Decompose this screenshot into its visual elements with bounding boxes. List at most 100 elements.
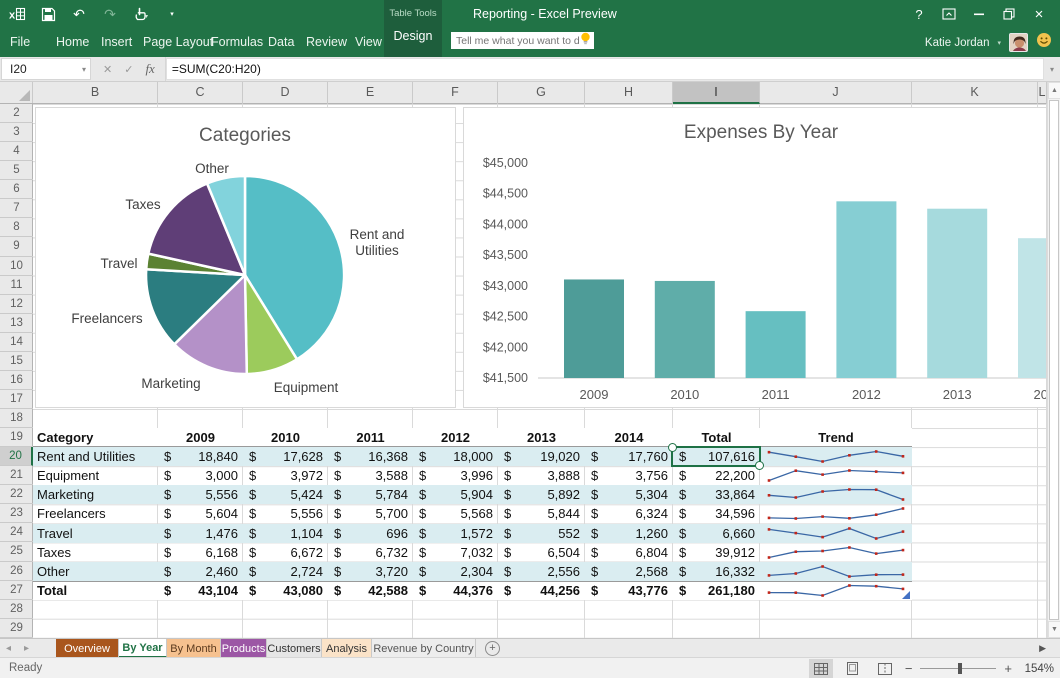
row-header-6[interactable]: 6 bbox=[0, 180, 33, 199]
category-cell[interactable]: Marketing bbox=[33, 485, 158, 504]
category-cell[interactable]: Rent and Utilities bbox=[33, 447, 158, 466]
ribbon-tab-design[interactable]: Design bbox=[384, 29, 442, 43]
undo-icon[interactable]: ↶ bbox=[70, 5, 88, 23]
name-box[interactable]: I20 ▾ bbox=[1, 58, 91, 80]
value-cell[interactable]: $6,324 bbox=[585, 504, 673, 523]
value-cell[interactable]: $6,672 bbox=[243, 543, 328, 562]
enter-formula-icon[interactable]: ✓ bbox=[124, 63, 133, 76]
column-header-i[interactable]: I bbox=[673, 82, 760, 104]
formula-input[interactable]: =SUM(C20:H20) bbox=[166, 58, 1044, 80]
scroll-up-icon[interactable]: ▲ bbox=[1048, 82, 1060, 99]
value-cell[interactable]: $43,080 bbox=[243, 582, 328, 600]
value-cell[interactable]: $43,104 bbox=[158, 582, 243, 600]
customize-qat-icon[interactable]: ▾ bbox=[163, 5, 181, 23]
new-sheet-icon[interactable]: + bbox=[485, 641, 500, 656]
zoom-out-button[interactable]: − bbox=[905, 659, 913, 678]
feedback-smiley-icon[interactable] bbox=[1036, 32, 1052, 53]
zoom-slider[interactable] bbox=[920, 668, 996, 669]
row-header-28[interactable]: 28 bbox=[0, 600, 33, 619]
ribbon-tab-formulas[interactable]: Formulas bbox=[211, 28, 263, 57]
value-cell[interactable]: $1,476 bbox=[158, 524, 243, 543]
zoom-level[interactable]: 154% bbox=[1020, 663, 1054, 675]
select-all-corner[interactable] bbox=[0, 82, 33, 103]
category-cell[interactable]: Travel bbox=[33, 524, 158, 543]
category-cell[interactable]: Taxes bbox=[33, 543, 158, 562]
value-cell[interactable]: $17,760 bbox=[585, 447, 673, 466]
redo-icon[interactable]: ↷ bbox=[101, 5, 119, 23]
trend-cell[interactable] bbox=[760, 485, 912, 504]
row-header-27[interactable]: 27 bbox=[0, 581, 33, 600]
value-cell[interactable]: $2,568 bbox=[585, 562, 673, 581]
bar-2009[interactable] bbox=[564, 279, 624, 378]
value-cell[interactable]: $44,376 bbox=[413, 582, 498, 600]
bar-2010[interactable] bbox=[655, 281, 715, 378]
vertical-scrollbar[interactable]: ▲ ▼ bbox=[1047, 82, 1060, 638]
value-cell[interactable]: $2,724 bbox=[243, 562, 328, 581]
row-header-29[interactable]: 29 bbox=[0, 619, 33, 638]
avatar[interactable] bbox=[1009, 33, 1028, 52]
value-cell[interactable]: $42,588 bbox=[328, 582, 413, 600]
row-header-2[interactable]: 2 bbox=[0, 104, 33, 123]
category-cell[interactable]: Equipment bbox=[33, 466, 158, 485]
value-cell[interactable]: $3,588 bbox=[328, 466, 413, 485]
column-header-g[interactable]: G bbox=[498, 82, 585, 104]
row-header-3[interactable]: 3 bbox=[0, 123, 33, 142]
ribbon-tab-insert[interactable]: Insert bbox=[101, 28, 132, 57]
row-header-18[interactable]: 18 bbox=[0, 409, 33, 428]
value-cell[interactable]: $6,504 bbox=[498, 543, 585, 562]
value-cell[interactable]: $3,996 bbox=[413, 466, 498, 485]
value-cell[interactable]: $5,844 bbox=[498, 504, 585, 523]
row-header-4[interactable]: 4 bbox=[0, 142, 33, 161]
value-cell[interactable]: $7,032 bbox=[413, 543, 498, 562]
touch-mode-icon[interactable]: ▾ bbox=[132, 5, 150, 23]
sheet-nav-left-icon[interactable]: ◂ bbox=[6, 639, 11, 658]
trend-cell[interactable] bbox=[760, 504, 912, 523]
value-cell[interactable]: $5,904 bbox=[413, 485, 498, 504]
total-cell[interactable]: $261,180 bbox=[673, 582, 760, 600]
value-cell[interactable]: $2,556 bbox=[498, 562, 585, 581]
zoom-slider-thumb[interactable] bbox=[958, 663, 962, 674]
total-cell[interactable]: $34,596 bbox=[673, 504, 760, 523]
total-cell[interactable]: $22,200 bbox=[673, 466, 760, 485]
value-cell[interactable]: $1,572 bbox=[413, 524, 498, 543]
value-cell[interactable]: $5,424 bbox=[243, 485, 328, 504]
tab-scroll-right-icon[interactable]: ▶ bbox=[1039, 639, 1046, 658]
column-header-k[interactable]: K bbox=[912, 82, 1038, 104]
total-cell[interactable]: $39,912 bbox=[673, 543, 760, 562]
zoom-in-button[interactable]: + bbox=[1004, 659, 1012, 678]
row-header-23[interactable]: 23 bbox=[0, 504, 33, 523]
column-header-d[interactable]: D bbox=[243, 82, 328, 104]
restore-icon[interactable] bbox=[994, 0, 1024, 28]
bar-2011[interactable] bbox=[746, 311, 806, 378]
trend-cell[interactable] bbox=[760, 466, 912, 485]
trend-cell[interactable] bbox=[760, 582, 912, 600]
column-header-e[interactable]: E bbox=[328, 82, 413, 104]
total-cell[interactable]: $6,660 bbox=[673, 524, 760, 543]
sheet-tab-products[interactable]: Products bbox=[221, 639, 267, 658]
column-header-j[interactable]: J bbox=[760, 82, 912, 104]
sheet-tab-analysis[interactable]: Analysis bbox=[322, 639, 372, 658]
table-resize-handle[interactable] bbox=[902, 591, 910, 599]
value-cell[interactable]: $5,604 bbox=[158, 504, 243, 523]
value-cell[interactable]: $6,804 bbox=[585, 543, 673, 562]
value-cell[interactable]: $16,368 bbox=[328, 447, 413, 466]
total-cell[interactable]: $16,332 bbox=[673, 562, 760, 581]
ribbon-tab-page-layout[interactable]: Page Layout bbox=[143, 28, 213, 57]
table-header-total[interactable]: Total bbox=[673, 428, 760, 446]
sheet-tab-overview[interactable]: Overview bbox=[56, 639, 119, 658]
row-header-14[interactable]: 14 bbox=[0, 333, 33, 352]
column-header-h[interactable]: H bbox=[585, 82, 673, 104]
value-cell[interactable]: $18,000 bbox=[413, 447, 498, 466]
sheet-tab-revenue-by-country[interactable]: Revenue by Country bbox=[372, 639, 476, 658]
row-header-12[interactable]: 12 bbox=[0, 295, 33, 314]
trend-cell[interactable] bbox=[760, 562, 912, 581]
column-header-f[interactable]: F bbox=[413, 82, 498, 104]
category-cell[interactable]: Freelancers bbox=[33, 504, 158, 523]
column-header-l[interactable]: L bbox=[1038, 82, 1047, 104]
row-header-26[interactable]: 26 bbox=[0, 562, 33, 581]
ribbon-tab-home[interactable]: Home bbox=[56, 28, 89, 57]
category-cell[interactable]: Total bbox=[33, 582, 158, 600]
value-cell[interactable]: $3,972 bbox=[243, 466, 328, 485]
excel-logo-icon[interactable]: x bbox=[8, 5, 26, 23]
value-cell[interactable]: $44,256 bbox=[498, 582, 585, 600]
